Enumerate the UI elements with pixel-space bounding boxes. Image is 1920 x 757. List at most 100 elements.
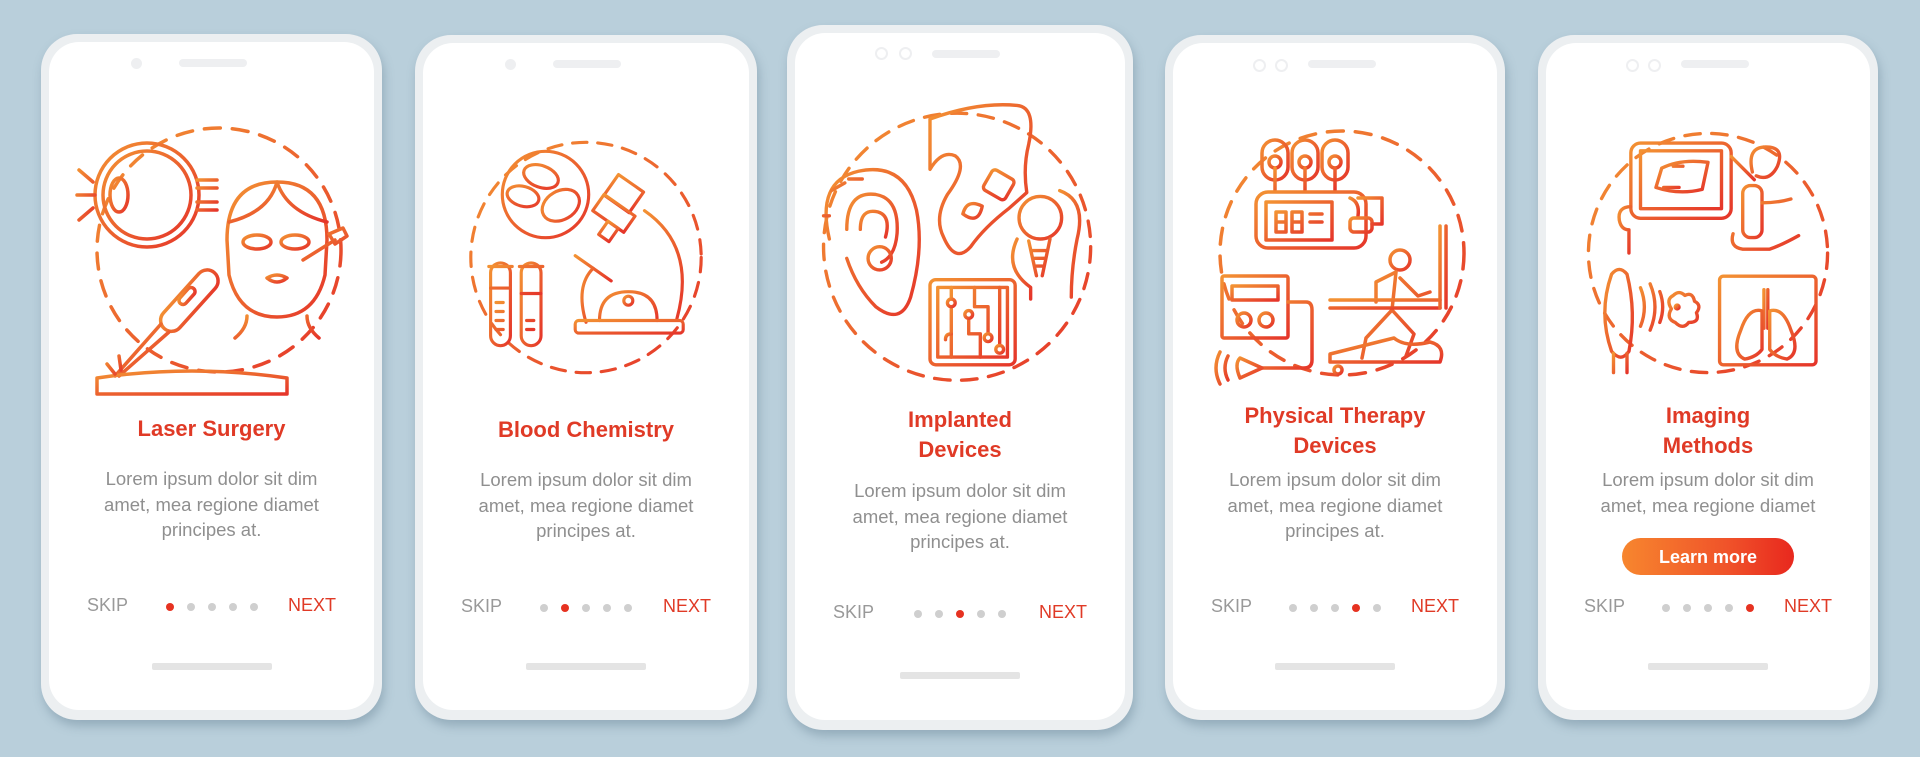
screen-title: Laser Surgery [137, 416, 286, 441]
skip-button[interactable]: SKIP [1584, 596, 1625, 617]
page-dot-5[interactable] [1373, 604, 1381, 612]
laser-pen-icon [112, 268, 220, 378]
implanted-devices-illustration [810, 93, 1110, 385]
page-dot-5[interactable] [624, 604, 632, 612]
page-dot-1[interactable] [165, 603, 174, 611]
laser-surgery-illustration [74, 120, 349, 396]
phone-display: Imaging Methods Lorem ipsum dolor sit di… [1546, 43, 1870, 710]
home-indicator[interactable] [526, 663, 646, 670]
speaker-grille [932, 50, 1000, 58]
page-indicator [540, 604, 632, 612]
screen-title: Implanted Devices [908, 407, 1012, 462]
speaker-grille [1681, 60, 1749, 68]
phone-display: Physical Therapy Devices Lorem ipsum dol… [1173, 43, 1497, 710]
phone-screen-imaging-methods: Imaging Methods Lorem ipsum dolor sit di… [1538, 35, 1878, 720]
page-dot-2[interactable] [561, 604, 569, 612]
dashed-circle [94, 126, 343, 374]
phone-screen-implanted-devices: Implanted Devices Lorem ipsum dolor sit … [787, 25, 1133, 730]
page-dot-5[interactable] [1746, 604, 1754, 612]
blood-cells-icon [500, 149, 591, 240]
next-button[interactable]: NEXT [1784, 596, 1832, 617]
ultrasound-probe-icon [1729, 145, 1801, 251]
learn-more-button[interactable]: Learn more [1622, 538, 1794, 575]
page-indicator [165, 603, 258, 611]
physical-therapy-illustration [1200, 118, 1470, 388]
speaker-grille [553, 60, 621, 68]
imaging-methods-illustration [1573, 118, 1843, 388]
phone-display: Laser Surgery Lorem ipsum dolor sit dim … [49, 42, 374, 710]
page-dot-3[interactable] [582, 604, 590, 612]
sensor-ring [1275, 59, 1288, 72]
sensor-ring [899, 47, 912, 60]
test-tubes-icon [487, 261, 545, 348]
onboarding-nav: SKIP NEXT [1546, 596, 1870, 620]
next-button[interactable]: NEXT [663, 596, 711, 617]
next-button[interactable]: NEXT [288, 595, 336, 616]
phone-screen-laser-surgery: Laser Surgery Lorem ipsum dolor sit dim … [41, 34, 382, 720]
page-dot-4[interactable] [1352, 604, 1360, 612]
microscope-icon [573, 172, 685, 335]
home-indicator[interactable] [900, 672, 1020, 679]
page-dot-1[interactable] [1289, 604, 1297, 612]
page-dot-5[interactable] [249, 603, 258, 611]
page-dot-5[interactable] [998, 610, 1006, 618]
home-indicator[interactable] [1648, 663, 1768, 670]
onboarding-nav: SKIP NEXT [49, 595, 374, 619]
page-dot-2[interactable] [935, 610, 943, 618]
page-dot-1[interactable] [540, 604, 548, 612]
microchip-icon [928, 277, 1017, 367]
page-dot-4[interactable] [228, 603, 237, 611]
skip-button[interactable]: SKIP [833, 602, 874, 623]
page-dot-3[interactable] [1331, 604, 1339, 612]
page-dot-1[interactable] [914, 610, 922, 618]
home-indicator[interactable] [1275, 663, 1395, 670]
screen-description: Lorem ipsum dolor sit dim amet, mea regi… [852, 480, 1068, 552]
page-dot-3[interactable] [1704, 604, 1712, 612]
onboarding-nav: SKIP NEXT [795, 602, 1125, 626]
page-dot-3[interactable] [956, 610, 964, 618]
phone-screen-physical-therapy-devices: Physical Therapy Devices Lorem ipsum dol… [1165, 35, 1505, 720]
page-dot-4[interactable] [977, 610, 985, 618]
page-indicator [914, 610, 1006, 618]
skip-button[interactable]: SKIP [87, 595, 128, 616]
tens-device-icon [1254, 190, 1384, 250]
screen-title: Blood Chemistry [497, 417, 675, 442]
screen-description: Lorem ipsum dolor sit dim amet, mea regi… [478, 469, 694, 541]
camera-dot [131, 58, 142, 69]
phone-display: Blood Chemistry Lorem ipsum dolor sit di… [423, 43, 749, 710]
screen-description: Lorem ipsum dolor sit dim amet, mea regi… [1600, 469, 1816, 516]
onboarding-nav: SKIP NEXT [1173, 596, 1497, 620]
screen-title: Physical Therapy Devices [1244, 403, 1426, 458]
next-button[interactable]: NEXT [1039, 602, 1087, 623]
camera-ring [1253, 59, 1266, 72]
page-dot-2[interactable] [1683, 604, 1691, 612]
skip-button[interactable]: SKIP [1211, 596, 1252, 617]
phone-screen-blood-chemistry: Blood Chemistry Lorem ipsum dolor sit di… [415, 35, 757, 720]
page-dot-2[interactable] [186, 603, 195, 611]
ultrasound-therapy-icon [1214, 274, 1314, 386]
page-dot-3[interactable] [207, 603, 216, 611]
blood-chemistry-illustration [451, 118, 721, 388]
screen-description: Lorem ipsum dolor sit dim amet, mea regi… [104, 468, 319, 540]
page-dot-4[interactable] [603, 604, 611, 612]
page-dot-1[interactable] [1662, 604, 1670, 612]
screen-description: Lorem ipsum dolor sit dim amet, mea regi… [1227, 469, 1443, 541]
skip-button[interactable]: SKIP [461, 596, 502, 617]
page-dot-4[interactable] [1725, 604, 1733, 612]
sensor-ring [1648, 59, 1661, 72]
face-icon [224, 180, 349, 340]
home-indicator[interactable] [151, 663, 272, 670]
chest-xray-icon [1717, 274, 1818, 367]
next-button[interactable]: NEXT [1411, 596, 1459, 617]
speaker-grille [1308, 60, 1376, 68]
ear-implant-icon [821, 168, 921, 317]
page-indicator [1289, 604, 1381, 612]
page-dot-2[interactable] [1310, 604, 1318, 612]
camera-ring [875, 47, 888, 60]
phone-display: Implanted Devices Lorem ipsum dolor sit … [795, 33, 1125, 720]
screen-title: Imaging Methods [1662, 403, 1754, 458]
camera-ring [1626, 59, 1639, 72]
dashed-circle [821, 111, 1093, 382]
ultrasound-monitor-icon [1617, 141, 1733, 255]
speaker-grille [179, 59, 247, 67]
